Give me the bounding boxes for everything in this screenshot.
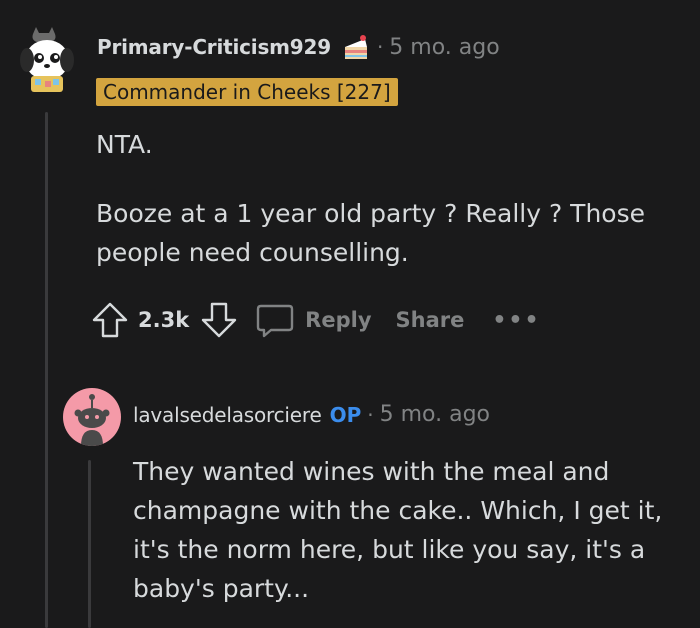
user-flair: Commander in Cheeks [227] xyxy=(96,78,398,106)
comment-paragraph: Booze at a 1 year old party ? Really ? T… xyxy=(96,199,645,267)
comment-bubble-icon xyxy=(255,300,295,340)
avatar[interactable] xyxy=(19,24,75,96)
op-badge: OP xyxy=(329,402,362,427)
comment-paragraph: NTA. xyxy=(96,130,153,159)
reply-timestamp[interactable]: 5 mo. ago xyxy=(380,402,490,427)
reply-label: Reply xyxy=(305,308,372,332)
reply-avatar[interactable] xyxy=(63,388,121,446)
upvote-icon[interactable] xyxy=(90,300,130,340)
thread-line-reply[interactable] xyxy=(88,460,91,628)
meta-separator: · xyxy=(376,35,384,59)
comment-timestamp[interactable]: 5 mo. ago xyxy=(389,35,499,60)
cake-icon xyxy=(341,33,371,61)
reply-button[interactable]: Reply xyxy=(255,300,372,340)
vote-score: 2.3k xyxy=(138,308,190,332)
comment-meta: Primary-Criticism929 · 5 mo. ago xyxy=(97,33,500,61)
more-options-icon[interactable]: ••• xyxy=(492,308,540,333)
comment-username[interactable]: Primary-Criticism929 xyxy=(97,35,331,59)
comment-body: NTA. Booze at a 1 year old party ? Reall… xyxy=(96,125,676,272)
thread-line-comment[interactable] xyxy=(45,112,48,628)
reply-body: They wanted wines with the meal and cham… xyxy=(133,452,678,608)
downvote-icon[interactable] xyxy=(199,300,239,340)
share-button[interactable]: Share xyxy=(396,308,465,332)
snoo-dog-avatar-icon xyxy=(20,27,74,92)
meta-separator: · xyxy=(367,402,374,427)
comment-actions: 2.3k Reply Share ••• xyxy=(90,298,541,342)
snoo-avatar-icon xyxy=(74,394,110,446)
reply-paragraph: They wanted wines with the meal and cham… xyxy=(133,457,663,603)
reply-username[interactable]: lavalsedelasorciere xyxy=(133,403,322,427)
reply-meta: lavalsedelasorciere OP · 5 mo. ago xyxy=(133,402,490,427)
